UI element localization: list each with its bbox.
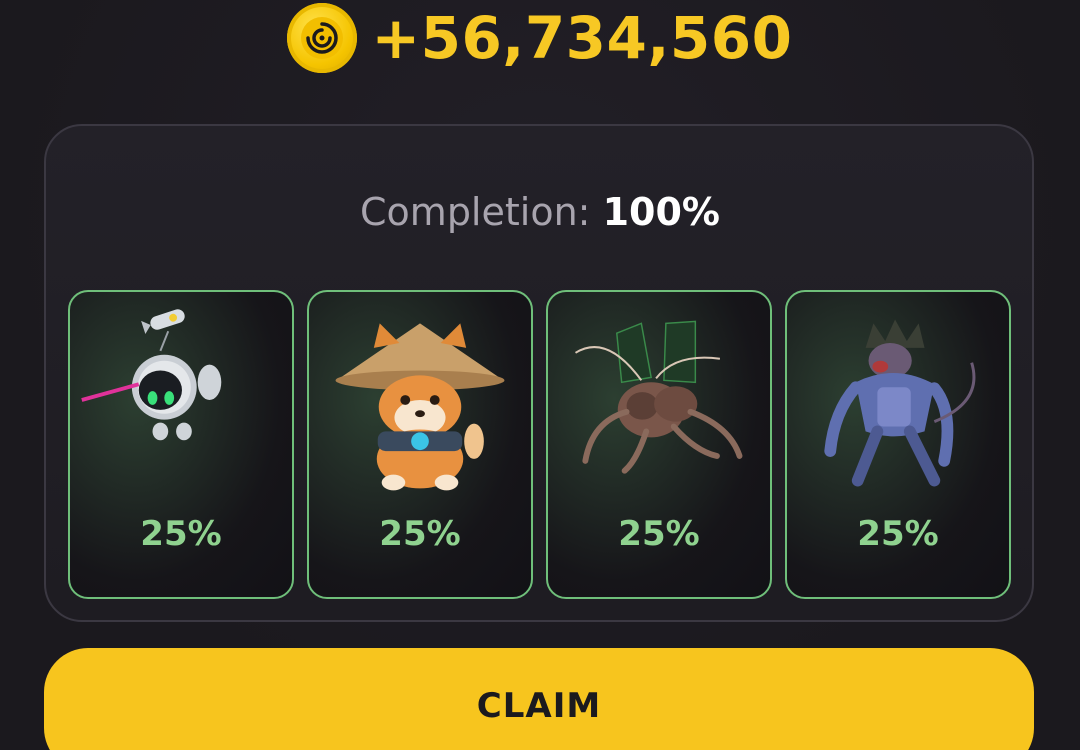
completion-text: Completion: 100% [0,190,1080,234]
card-percent: 25% [379,514,461,554]
coin-icon [287,3,358,73]
reward-header: +56,734,560 [0,2,1080,74]
claim-button[interactable]: CLAIM [44,648,1034,750]
reward-screen: +56,734,560 Completion: 100% 25% 25% 25%… [0,0,1080,750]
card-percent: 25% [618,514,700,554]
card-shiba[interactable]: 25% [307,290,533,599]
card-percent: 25% [140,514,222,554]
card-percent: 25% [857,514,939,554]
card-robot[interactable]: 25% [68,290,294,599]
cyber-beast-icon [824,319,976,487]
card-beast[interactable]: 25% [785,290,1011,599]
mech-insect-icon [574,320,743,474]
completion-value: 100% [602,190,720,234]
completion-label: Completion: [360,190,591,234]
card-insect[interactable]: 25% [546,290,772,599]
shiba-dog-icon [335,323,505,491]
robot-drone-icon [81,309,222,441]
reward-amount: +56,734,560 [371,4,793,72]
